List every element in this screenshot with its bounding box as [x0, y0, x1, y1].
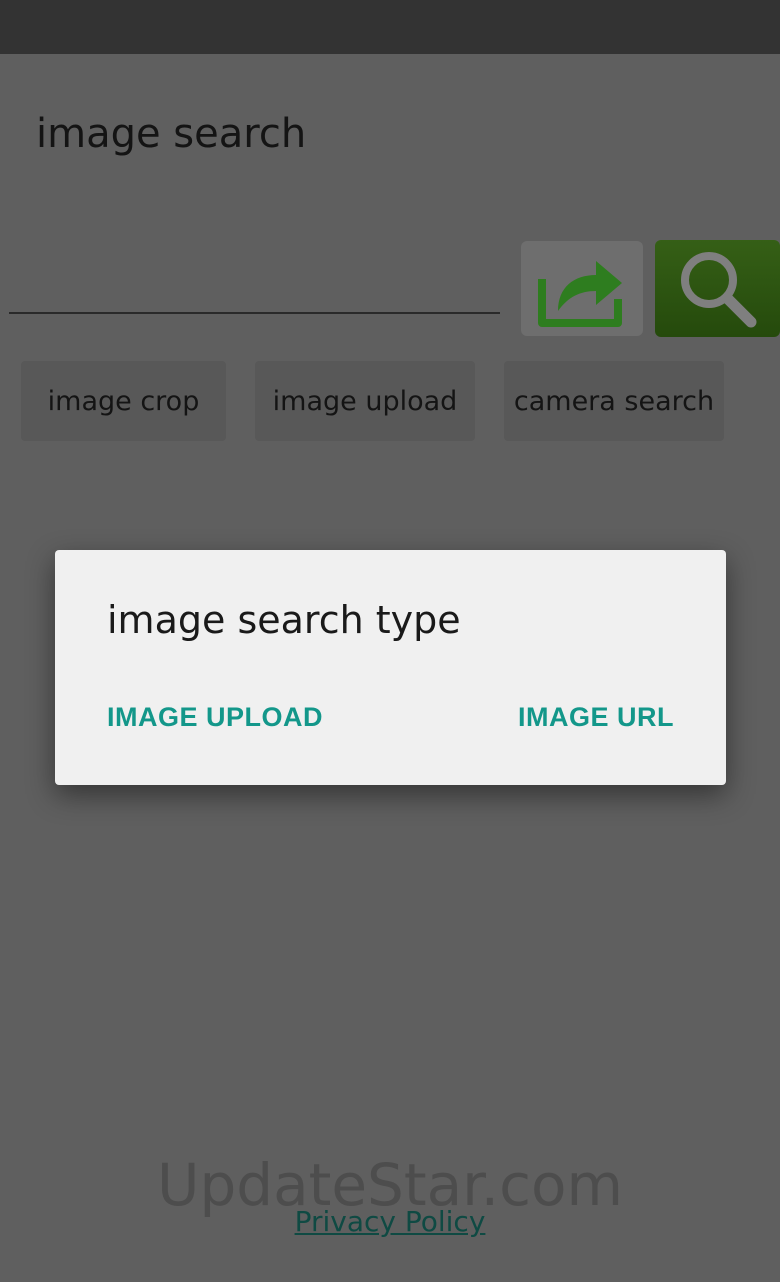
image-crop-label: image crop [47, 385, 200, 417]
image-upload-action[interactable]: IMAGE UPLOAD [107, 700, 323, 734]
search-input[interactable] [9, 250, 500, 314]
status-bar [0, 0, 780, 54]
image-url-action[interactable]: IMAGE URL [518, 700, 674, 734]
page-title: image search [36, 111, 307, 157]
image-upload-label: image upload [272, 385, 458, 417]
dialog-title: image search type [107, 598, 461, 642]
image-crop-button[interactable]: image crop [21, 361, 226, 441]
camera-search-label: camera search [513, 385, 715, 417]
search-type-dialog: image search type IMAGE UPLOAD IMAGE URL [55, 550, 726, 785]
share-button[interactable] [521, 241, 643, 336]
image-upload-button[interactable]: image upload [255, 361, 475, 441]
privacy-policy-link[interactable]: Privacy Policy [0, 1204, 780, 1240]
camera-search-button[interactable]: camera search [504, 361, 724, 441]
search-button[interactable] [655, 240, 780, 337]
search-icon [680, 251, 756, 327]
share-icon [538, 260, 622, 327]
